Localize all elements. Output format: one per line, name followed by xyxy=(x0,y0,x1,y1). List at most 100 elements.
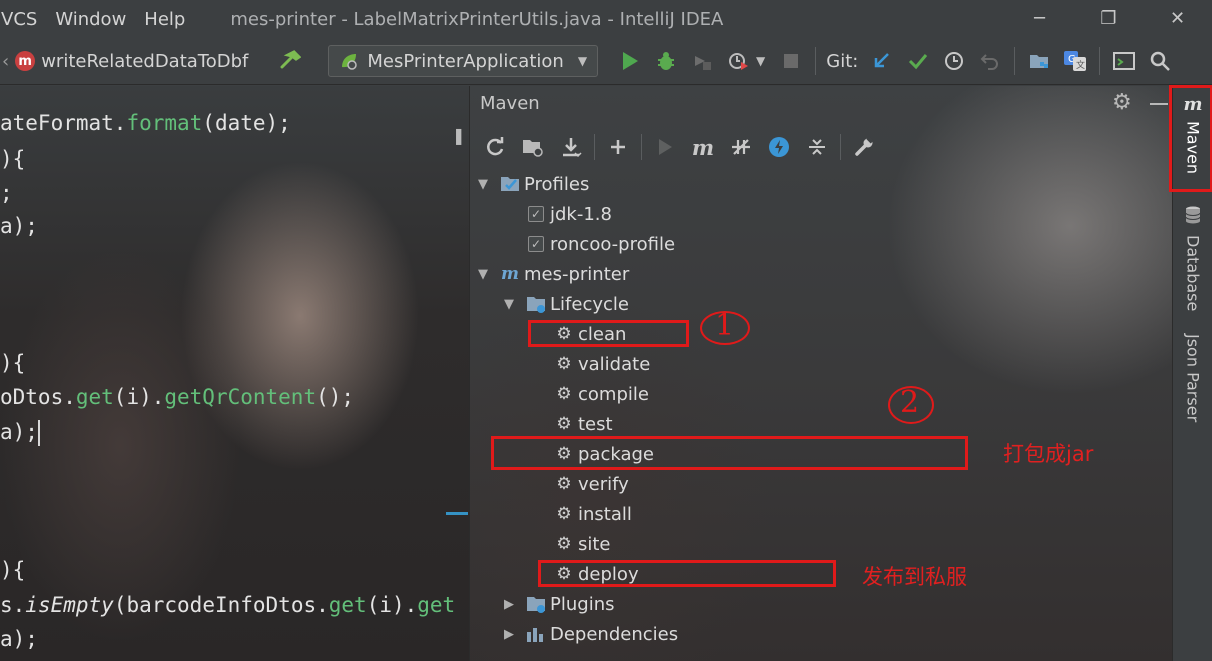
code-line: ; xyxy=(0,181,13,205)
lifecycle-phase-validate[interactable]: ⚙ validate xyxy=(554,349,650,379)
maven-panel-title: Maven xyxy=(480,93,540,114)
tree-node-plugins[interactable]: ▶ Plugins xyxy=(502,589,614,619)
tree-node-label: mes-printer xyxy=(524,263,630,285)
annotation-box-clean xyxy=(528,320,689,347)
add-icon[interactable] xyxy=(599,128,637,166)
run-config-select[interactable]: MesPrinterApplication ▼ xyxy=(328,45,599,77)
checkbox-checked-icon[interactable]: ✓ xyxy=(528,236,544,252)
code-line: ){ xyxy=(0,147,26,171)
execute-maven-goal-icon[interactable]: m xyxy=(684,128,722,166)
gear-icon[interactable]: ⚙ xyxy=(1112,90,1132,115)
gear-icon: ⚙ xyxy=(556,534,572,554)
annotation-number-2: 2 xyxy=(900,385,920,420)
toolbar-divider xyxy=(840,134,841,160)
collapse-all-icon[interactable] xyxy=(798,128,836,166)
annotation-box-deploy xyxy=(538,560,836,587)
download-icon[interactable] xyxy=(552,128,590,166)
project-structure-icon[interactable] xyxy=(1021,43,1057,79)
tree-node-dependencies[interactable]: ▶ Dependencies xyxy=(502,619,678,649)
tree-node-lifecycle[interactable]: ▼ Lifecycle xyxy=(502,289,629,319)
toolbar-divider xyxy=(1099,47,1101,75)
tool-tab-json-parser[interactable]: Json Parser xyxy=(1173,328,1212,422)
tree-node-label: roncoo-profile xyxy=(550,233,676,255)
database-icon xyxy=(1185,206,1201,229)
run-icon[interactable] xyxy=(612,43,648,79)
git-history-icon[interactable] xyxy=(936,43,972,79)
run-maven-build-icon[interactable] xyxy=(646,128,684,166)
tree-node-label: jdk-1.8 xyxy=(550,203,612,225)
menu-help[interactable]: Help xyxy=(135,9,194,30)
profiler-dropdown-icon[interactable]: ▼ xyxy=(756,54,765,68)
restore-button[interactable]: ❐ xyxy=(1074,0,1143,38)
gear-icon: ⚙ xyxy=(556,354,572,374)
spring-boot-icon xyxy=(339,51,359,71)
checkbox-checked-icon[interactable]: ✓ xyxy=(528,206,544,222)
wrench-icon[interactable] xyxy=(845,128,883,166)
debug-bug-icon[interactable] xyxy=(648,43,684,79)
menu-window[interactable]: Window xyxy=(46,9,135,30)
title-bar: VCS Window Help mes-printer - LabelMatri… xyxy=(0,0,1212,38)
tree-node-label: Dependencies xyxy=(550,623,679,645)
dependencies-icon xyxy=(526,624,546,644)
expanded-arrow-icon[interactable]: ▼ xyxy=(476,177,490,192)
toggle-offline-icon[interactable] xyxy=(722,128,760,166)
lifecycle-folder-icon xyxy=(526,294,546,314)
terminal-icon[interactable] xyxy=(1106,43,1142,79)
skip-tests-icon[interactable] xyxy=(760,128,798,166)
lifecycle-phase-site[interactable]: ⚙ site xyxy=(554,529,611,559)
code-line: ){ xyxy=(0,351,26,375)
code-line: a); xyxy=(0,214,38,238)
annotation-box-maven-tab xyxy=(1169,85,1212,192)
phase-label: validate xyxy=(578,353,651,375)
code-editor[interactable]: ateFormat.format(date); ){ ; a); ){ oDto… xyxy=(0,86,469,661)
run-config-label: MesPrinterApplication xyxy=(367,50,564,72)
method-icon: m xyxy=(15,51,36,71)
profiles-icon xyxy=(500,174,520,194)
pause-icon[interactable]: ❚❚ xyxy=(452,126,469,145)
toolbar-divider xyxy=(1014,47,1016,75)
collapsed-arrow-icon[interactable]: ▶ xyxy=(502,627,516,642)
git-commit-icon[interactable] xyxy=(900,43,936,79)
lifecycle-phase-compile[interactable]: ⚙ compile xyxy=(554,379,649,409)
gear-icon: ⚙ xyxy=(556,474,572,494)
tree-node-profile-roncoo[interactable]: ✓ roncoo-profile xyxy=(528,229,675,259)
generate-sources-icon[interactable] xyxy=(514,128,552,166)
hide-panel-icon[interactable] xyxy=(1150,103,1168,105)
menu-vcs[interactable]: VCS xyxy=(0,9,46,30)
phase-label: site xyxy=(578,533,611,555)
stop-icon[interactable] xyxy=(773,43,809,79)
git-rollback-icon[interactable] xyxy=(972,43,1008,79)
build-hammer-icon[interactable] xyxy=(272,43,308,79)
tree-node-project[interactable]: ▼ m mes-printer xyxy=(476,259,629,289)
lifecycle-phase-test[interactable]: ⚙ test xyxy=(554,409,612,439)
gear-icon: ⚙ xyxy=(556,384,572,404)
nav-method-crumb[interactable]: ‹ m writeRelatedDataToDbf xyxy=(0,51,248,72)
minimize-button[interactable]: ─ xyxy=(1005,0,1074,38)
window-controls: ─ ❐ ✕ xyxy=(1005,0,1212,38)
annotation-number-1: 1 xyxy=(715,308,735,343)
translate-icon[interactable]: G文 xyxy=(1057,43,1093,79)
code-line: ){ xyxy=(0,558,26,582)
tree-node-profile-jdk[interactable]: ✓ jdk-1.8 xyxy=(528,199,612,229)
maven-project-icon: m xyxy=(501,264,519,284)
git-update-icon[interactable] xyxy=(864,43,900,79)
maven-panel-header: Maven ⚙ xyxy=(470,86,1172,122)
tool-tab-database[interactable]: Database xyxy=(1173,206,1212,311)
lifecycle-phase-verify[interactable]: ⚙ verify xyxy=(554,469,628,499)
expanded-arrow-icon[interactable]: ▼ xyxy=(502,297,516,312)
annotation-box-package xyxy=(491,436,968,470)
dropdown-arrow-icon: ▼ xyxy=(577,54,588,68)
main-toolbar: ‹ m writeRelatedDataToDbf MesPrinterAppl… xyxy=(0,38,1212,85)
close-button[interactable]: ✕ xyxy=(1143,0,1212,38)
expanded-arrow-icon[interactable]: ▼ xyxy=(476,267,490,282)
tree-node-profiles[interactable]: ▼ Profiles xyxy=(476,169,589,199)
git-label: Git: xyxy=(826,50,859,72)
search-icon[interactable] xyxy=(1142,43,1178,79)
toolbar-divider xyxy=(594,134,595,160)
collapsed-arrow-icon[interactable]: ▶ xyxy=(502,597,516,612)
reload-icon[interactable] xyxy=(476,128,514,166)
coverage-icon[interactable] xyxy=(684,43,720,79)
lifecycle-phase-install[interactable]: ⚙ install xyxy=(554,499,632,529)
code-line: ateFormat.format(date); xyxy=(0,111,291,135)
profiler-icon[interactable] xyxy=(720,43,756,79)
